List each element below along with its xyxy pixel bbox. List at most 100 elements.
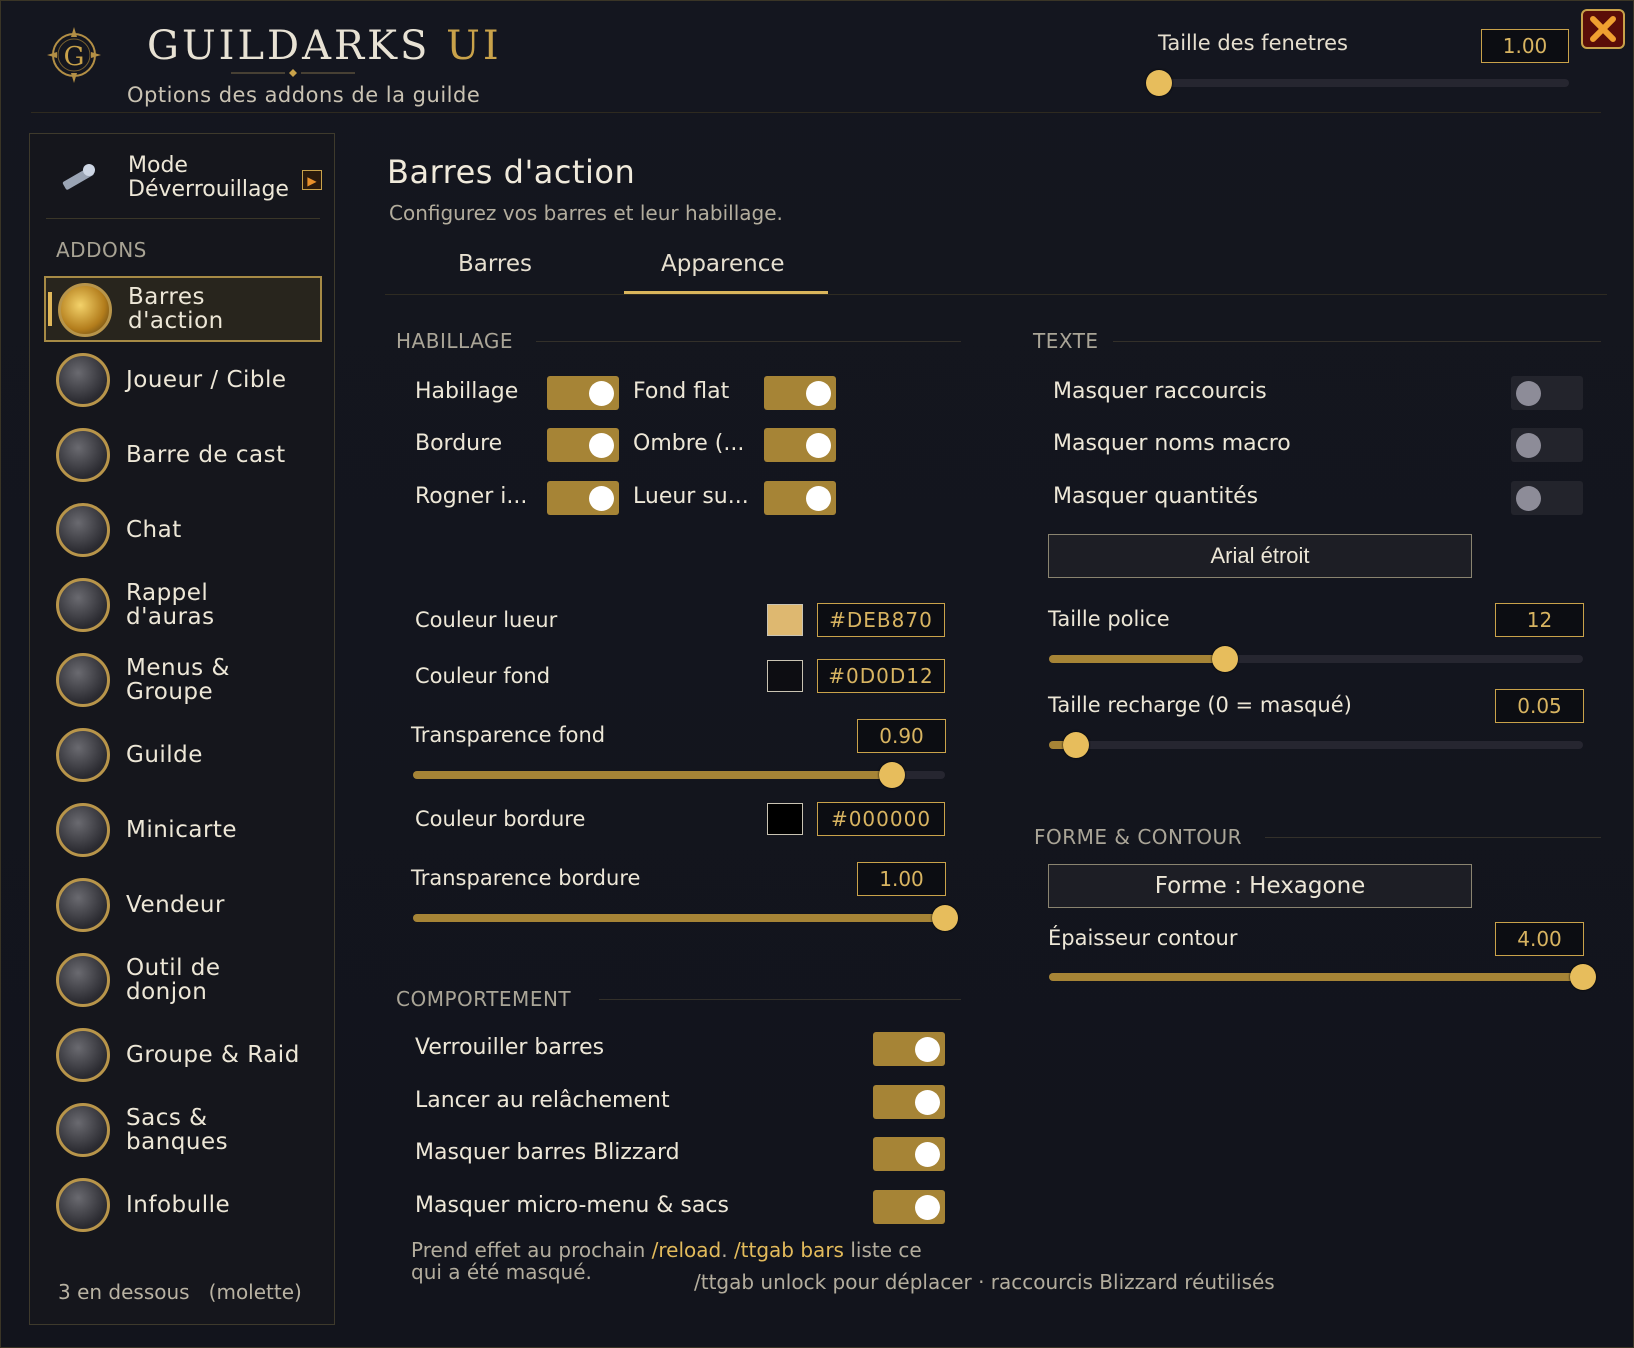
guild-logo-icon: G bbox=[47, 27, 101, 83]
toggle-verrouiller-barres[interactable] bbox=[873, 1032, 945, 1066]
tab-apparence[interactable]: Apparence bbox=[661, 251, 785, 277]
toggle-label: Ombre (... bbox=[633, 431, 745, 456]
sidebar-item-label: Groupe & Raid bbox=[126, 1042, 300, 1068]
slider-knob[interactable] bbox=[878, 762, 905, 788]
shape-select-button[interactable]: Forme : Hexagone bbox=[1048, 864, 1472, 908]
sidebar-item-chat[interactable]: Chat bbox=[44, 498, 322, 564]
slider-knob[interactable] bbox=[1062, 732, 1089, 758]
player-target-icon bbox=[56, 353, 110, 407]
section-rule bbox=[536, 341, 961, 342]
toggle-label: Fond flat bbox=[633, 379, 730, 404]
border-alpha-slider[interactable] bbox=[413, 905, 958, 931]
toggle-lueur[interactable] bbox=[764, 481, 836, 515]
font-size-slider[interactable] bbox=[1049, 646, 1583, 672]
section-rule bbox=[1113, 341, 1601, 342]
sidebar-item-barre-cast[interactable]: Barre de cast bbox=[44, 423, 322, 489]
sidebar-item-label: Joueur / Cible bbox=[126, 367, 287, 393]
sidebar-item-menus-groupe[interactable]: Menus & Groupe bbox=[44, 648, 322, 714]
slider-knob[interactable] bbox=[1212, 646, 1239, 672]
bg-color-input[interactable]: #0D0D12 bbox=[817, 659, 945, 693]
sidebar-item-infobulle[interactable]: Infobulle bbox=[44, 1173, 322, 1239]
sidebar-item-sacs-banques[interactable]: Sacs & banques bbox=[44, 1098, 322, 1164]
sidebar-item-groupe-raid[interactable]: Groupe & Raid bbox=[44, 1023, 322, 1089]
sidebar-item-label: Vendeur bbox=[126, 892, 225, 918]
border-thickness-slider[interactable] bbox=[1049, 964, 1596, 990]
toggle-lancer-relachement[interactable] bbox=[873, 1085, 945, 1119]
section-texte: TEXTE bbox=[1033, 329, 1099, 353]
toggle-label: Lancer au relâchement bbox=[415, 1088, 670, 1113]
sidebar-item-label: Outil de donjon bbox=[126, 955, 221, 1005]
cooldown-size-value[interactable]: 0.05 bbox=[1495, 689, 1584, 723]
tabs-divider bbox=[385, 294, 1607, 295]
guild-group-icon bbox=[56, 728, 110, 782]
sidebar-item-vendeur[interactable]: Vendeur bbox=[44, 873, 322, 939]
glow-color-input[interactable]: #DEB870 bbox=[817, 603, 945, 637]
slider-knob[interactable] bbox=[932, 905, 958, 931]
toggle-habillage[interactable] bbox=[547, 376, 619, 410]
window-size-value[interactable]: 1.00 bbox=[1481, 29, 1569, 63]
toggle-label: Bordure bbox=[415, 431, 503, 456]
toggle-masquer-raccourcis[interactable] bbox=[1511, 376, 1583, 410]
toggle-fond-flat[interactable] bbox=[764, 376, 836, 410]
sidebar-item-barres-action[interactable]: Barres d'action bbox=[44, 276, 322, 342]
glow-color-swatch[interactable] bbox=[767, 604, 803, 636]
border-thickness-value[interactable]: 4.00 bbox=[1495, 922, 1584, 956]
close-button[interactable] bbox=[1581, 9, 1625, 49]
window-size-slider[interactable] bbox=[1146, 70, 1569, 96]
cast-bar-eye-icon bbox=[56, 428, 110, 482]
sidebar-item-rappel-auras[interactable]: Rappel d'auras bbox=[44, 573, 322, 639]
font-size-label: Taille police bbox=[1048, 607, 1170, 631]
options-window: G GUILDARKS UI Options des addons de la … bbox=[0, 0, 1634, 1348]
slider-knob[interactable] bbox=[1570, 964, 1596, 990]
sidebar-item-label: Rappel d'auras bbox=[126, 580, 215, 630]
toggle-rogner[interactable] bbox=[547, 481, 619, 515]
slider-knob[interactable] bbox=[1146, 70, 1172, 96]
app-title: GUILDARKS UI bbox=[147, 23, 502, 69]
toggle-bordure[interactable] bbox=[547, 428, 619, 462]
tab-barres[interactable]: Barres bbox=[458, 251, 532, 277]
vendor-hammer-icon bbox=[56, 878, 110, 932]
bg-color-label: Couleur fond bbox=[415, 664, 551, 688]
toggle-masquer-noms-macro[interactable] bbox=[1511, 428, 1583, 462]
font-select-button[interactable]: Arial étroit bbox=[1048, 534, 1472, 578]
toggle-label: Masquer quantités bbox=[1053, 484, 1259, 509]
cooldown-size-slider[interactable] bbox=[1049, 732, 1583, 758]
page-subtitle: Configurez vos barres et leur habillage. bbox=[389, 201, 783, 225]
border-alpha-label: Transparence bordure bbox=[411, 866, 641, 890]
section-rule bbox=[599, 999, 961, 1000]
sidebar-item-label: Minicarte bbox=[126, 817, 238, 843]
border-alpha-value[interactable]: 1.00 bbox=[857, 862, 946, 896]
raid-group-icon bbox=[56, 1028, 110, 1082]
sidebar-item-joueur-cible[interactable]: Joueur / Cible bbox=[44, 348, 322, 414]
app-subtitle: Options des addons de la guilde bbox=[127, 83, 481, 107]
chat-letter-icon bbox=[56, 503, 110, 557]
sidebar-item-label: Guilde bbox=[126, 742, 203, 768]
section-forme-contour: FORME & CONTOUR bbox=[1034, 825, 1243, 849]
window-size-label: Taille des fenetres bbox=[1158, 31, 1348, 55]
silhouette-icon bbox=[56, 653, 110, 707]
wrench-icon bbox=[62, 164, 95, 190]
font-size-value[interactable]: 12 bbox=[1495, 603, 1584, 637]
toggle-masquer-micro-menu[interactable] bbox=[873, 1190, 945, 1224]
section-habillage: HABILLAGE bbox=[396, 329, 514, 353]
toggle-ombre[interactable] bbox=[764, 428, 836, 462]
toggle-label: Masquer barres Blizzard bbox=[415, 1140, 680, 1165]
page-title: Barres d'action bbox=[387, 153, 636, 191]
cooldown-size-label: Taille recharge (0 = masqué) bbox=[1048, 693, 1352, 717]
toggle-masquer-barres-blizzard[interactable] bbox=[873, 1137, 945, 1171]
toggle-masquer-quantites[interactable] bbox=[1511, 481, 1583, 515]
border-color-swatch[interactable] bbox=[767, 803, 803, 835]
unlock-hint: /ttgab unlock pour déplacer · raccourcis… bbox=[694, 1270, 1275, 1294]
bg-color-swatch[interactable] bbox=[767, 660, 803, 692]
header-divider bbox=[31, 112, 1601, 113]
bg-alpha-slider[interactable] bbox=[413, 762, 945, 788]
sidebar-item-guilde[interactable]: Guilde bbox=[44, 723, 322, 789]
sidebar-item-minicarte[interactable]: Minicarte bbox=[44, 798, 322, 864]
bg-alpha-value[interactable]: 0.90 bbox=[857, 719, 946, 753]
sidebar-divider bbox=[46, 218, 320, 219]
unlock-mode-button[interactable]: Mode Déverrouillage ▶ bbox=[48, 148, 322, 208]
border-color-input[interactable]: #000000 bbox=[817, 802, 945, 836]
sidebar-item-outil-donjon[interactable]: Outil de donjon bbox=[44, 948, 322, 1014]
play-arrow-icon[interactable]: ▶ bbox=[302, 170, 322, 190]
toggle-label: Lueur su... bbox=[633, 484, 749, 509]
